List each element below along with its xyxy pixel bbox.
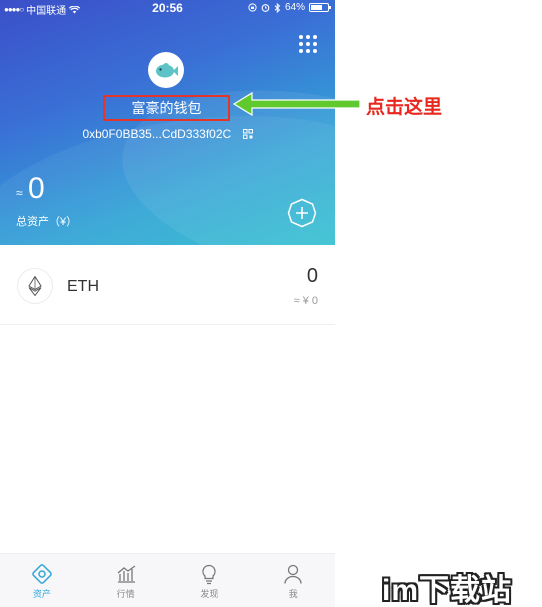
add-token-button[interactable] bbox=[287, 198, 317, 228]
tab-market[interactable]: 行情 bbox=[84, 554, 168, 607]
token-fiat-value: ≈ ¥ 0 bbox=[293, 295, 318, 307]
wallet-address: 0xb0F0BB35...CdD333f02C bbox=[82, 126, 232, 141]
wallet-address-row: 0xb0F0BB35...CdD333f02C bbox=[0, 126, 335, 141]
token-symbol: ETH bbox=[67, 278, 99, 295]
tab-label: 资产 bbox=[32, 589, 51, 599]
token-row-eth[interactable]: ETH 0 ≈ ¥ 0 bbox=[0, 245, 335, 325]
battery-percentage: 64% bbox=[284, 2, 305, 13]
token-amount: 0 bbox=[306, 265, 318, 287]
assets-icon bbox=[32, 564, 52, 584]
wallet-avatar[interactable] bbox=[148, 52, 184, 88]
lightbulb-icon bbox=[202, 564, 217, 585]
tab-discover[interactable]: 发现 bbox=[168, 554, 252, 607]
wallet-header: ●●●●○ 中国联通 20:56 64% 富豪的钱包 0xb0F0BB35...… bbox=[0, 0, 335, 245]
tab-me[interactable]: 我 bbox=[251, 554, 335, 607]
site-watermark: im下载站 bbox=[382, 574, 513, 607]
menu-grid-icon[interactable] bbox=[299, 35, 317, 53]
eth-logo bbox=[17, 268, 53, 304]
fish-avatar-icon bbox=[156, 63, 178, 78]
market-chart-icon bbox=[117, 565, 136, 583]
annotation-arrow bbox=[232, 91, 361, 117]
tab-label: 行情 bbox=[116, 589, 135, 599]
tab-label: 我 bbox=[288, 589, 298, 599]
tab-assets[interactable]: 资产 bbox=[0, 554, 84, 607]
lock-rotation-icon bbox=[248, 3, 257, 12]
bluetooth-icon bbox=[274, 2, 281, 13]
person-icon bbox=[284, 564, 302, 584]
status-bar: ●●●●○ 中国联通 20:56 64% bbox=[0, 0, 335, 17]
total-balance: 0 bbox=[28, 172, 45, 205]
tab-label: 发现 bbox=[200, 589, 219, 599]
alarm-icon bbox=[261, 4, 270, 12]
bottom-tab-bar: 资产 行情 发现 我 bbox=[0, 553, 335, 607]
ethereum-icon bbox=[28, 276, 42, 296]
qr-code-icon[interactable] bbox=[242, 128, 253, 139]
total-assets-label: 总资产（¥） bbox=[16, 216, 78, 228]
wallet-name-button[interactable]: 富豪的钱包 bbox=[103, 95, 230, 121]
approx-symbol: ≈ bbox=[16, 186, 23, 200]
battery-icon bbox=[309, 3, 331, 12]
annotation-text: 点击这里 bbox=[366, 97, 443, 118]
